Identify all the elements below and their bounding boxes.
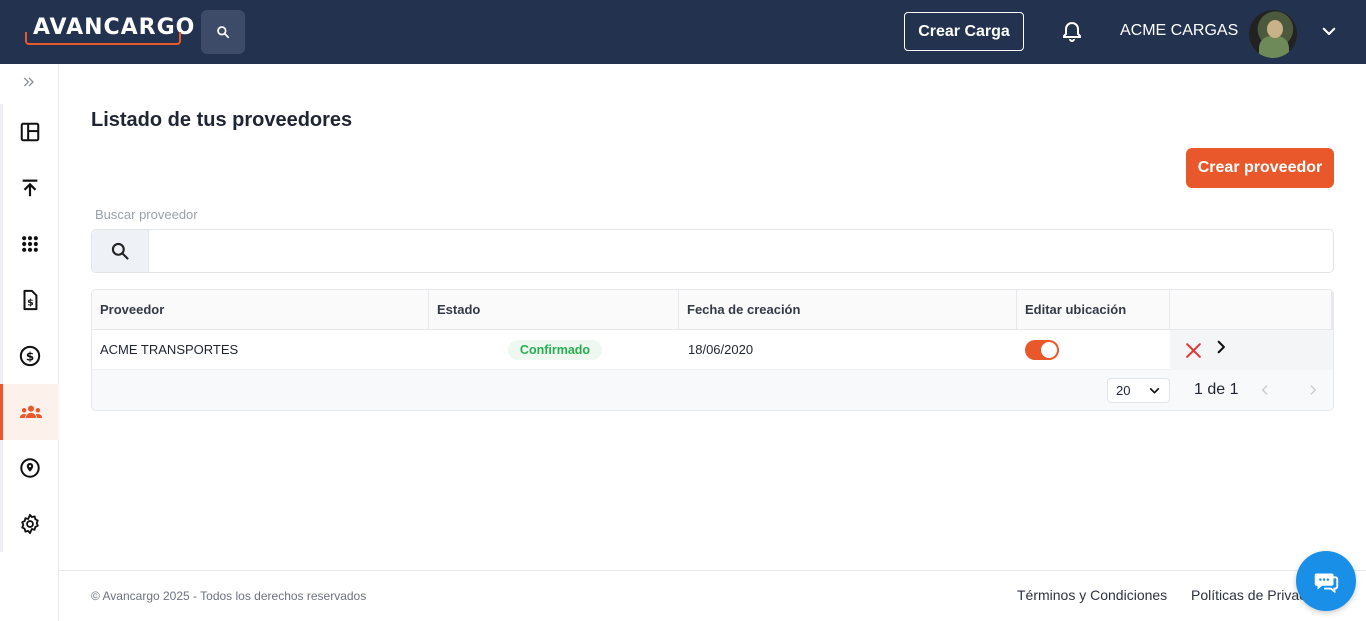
svg-text:$: $ <box>27 298 33 309</box>
create-provider-button[interactable]: Crear proveedor <box>1186 148 1334 188</box>
table-pagination: 20 1 de 1 <box>92 370 1333 410</box>
page-size-value: 20 <box>1116 383 1131 398</box>
column-header-created[interactable]: Fecha de creación <box>679 290 1017 330</box>
table-row[interactable]: ACME TRANSPORTES Confirmado 18/06/2020 <box>92 330 1333 370</box>
toggle-knob <box>1041 342 1057 358</box>
apps-grid-icon <box>21 236 38 252</box>
provider-name: ACME TRANSPORTES <box>100 342 239 357</box>
creation-date: 18/06/2020 <box>688 342 754 357</box>
header-search-button[interactable] <box>201 10 245 54</box>
chevron-left-icon[interactable] <box>1258 383 1272 397</box>
search-label: Buscar proveedor <box>95 207 198 222</box>
column-header-status[interactable]: Estado <box>429 290 679 330</box>
provider-search-field <box>91 229 1334 273</box>
sidebar-item-upload[interactable] <box>0 160 59 216</box>
copyright-text: © Avancargo 2025 - Todos los derechos re… <box>91 589 367 603</box>
expand-sidebar-icon[interactable] <box>21 74 37 90</box>
row-actions <box>1170 330 1333 370</box>
delete-x-icon[interactable] <box>1185 342 1202 359</box>
column-header-provider[interactable]: Proveedor <box>92 290 429 330</box>
company-name: ACME CARGAS <box>1120 22 1239 39</box>
page-size-select[interactable]: 20 <box>1107 378 1170 403</box>
logo-underline <box>25 32 181 45</box>
sidebar: $ $ <box>0 64 59 621</box>
notifications-bell-icon[interactable] <box>1060 20 1084 44</box>
chevron-down-icon[interactable] <box>1320 22 1338 40</box>
status-badge: Confirmado <box>508 340 602 360</box>
chevron-down-icon <box>1149 388 1160 394</box>
column-header-actions <box>1170 290 1333 330</box>
sidebar-item-settings[interactable] <box>0 496 59 552</box>
avancargo-logo[interactable]: AVANCARGO <box>25 14 194 46</box>
search-addon <box>92 230 149 272</box>
search-icon <box>217 26 230 39</box>
chat-button[interactable] <box>1296 551 1356 611</box>
providers-table: Proveedor Estado Fecha de creación Edita… <box>91 289 1334 411</box>
main-content: Listado de tus proveedores Crear proveed… <box>59 64 1366 571</box>
sidebar-item-payments[interactable]: $ <box>0 328 59 384</box>
avatar-body <box>1259 36 1289 58</box>
page-info: 1 de 1 <box>1194 381 1239 398</box>
chat-icon <box>1314 573 1339 594</box>
user-avatar[interactable] <box>1249 10 1297 58</box>
search-icon <box>111 242 129 260</box>
create-load-button[interactable]: Crear Carga <box>904 12 1024 51</box>
dollar-icon: $ <box>19 345 40 367</box>
page-title: Listado de tus proveedores <box>91 109 353 131</box>
dashboard-icon <box>20 122 39 142</box>
avatar-face <box>1267 20 1283 38</box>
sidebar-item-invoices[interactable]: $ <box>0 272 59 328</box>
column-header-edit-location[interactable]: Editar ubicación <box>1017 290 1170 330</box>
providers-icon <box>19 405 43 418</box>
table-header: Proveedor Estado Fecha de creación Edita… <box>92 290 1333 330</box>
settings-icon <box>20 513 39 535</box>
terms-link[interactable]: Términos y Condiciones <box>1017 587 1167 603</box>
location-icon <box>19 458 40 478</box>
edit-location-toggle[interactable] <box>1025 340 1059 360</box>
svg-text:$: $ <box>25 350 33 364</box>
upload-icon <box>22 179 37 197</box>
chevron-right-icon[interactable] <box>1214 340 1228 354</box>
top-bar: AVANCARGO Crear Carga ACME CARGAS <box>0 0 1366 64</box>
footer: © Avancargo 2025 - Todos los derechos re… <box>59 570 1366 621</box>
sidebar-item-apps[interactable] <box>0 216 59 272</box>
sidebar-item-dashboard[interactable] <box>0 104 59 160</box>
chevron-right-icon[interactable] <box>1306 383 1320 397</box>
provider-search-input[interactable] <box>150 230 1333 272</box>
sidebar-item-providers[interactable] <box>0 384 59 440</box>
sidebar-item-locations[interactable] <box>0 440 59 496</box>
invoice-icon: $ <box>22 289 37 311</box>
